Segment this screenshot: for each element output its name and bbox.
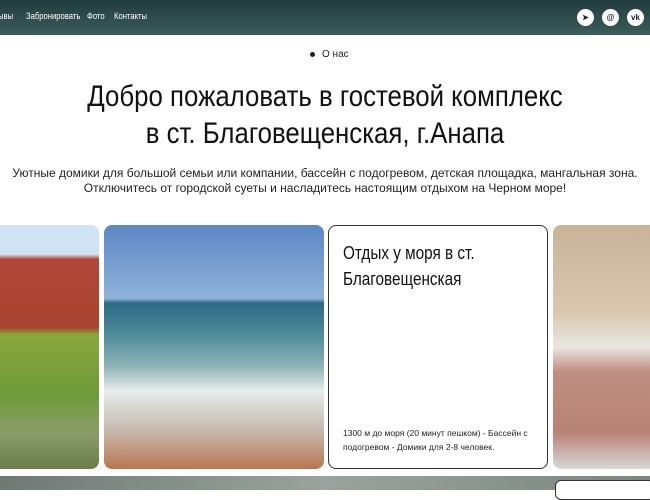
telegram-icon[interactable]: ➤: [577, 9, 594, 26]
top-nav: ывы Забронировать Фото Контакты ➤ @ vk: [0, 0, 650, 35]
breadcrumb-label[interactable]: О нас: [322, 49, 349, 60]
photo-towels[interactable]: [553, 225, 650, 469]
subtitle-line-1: Уютные домики для большой семьи или комп…: [12, 166, 638, 180]
title-line-1: Добро пожаловать в гостевой комплекс: [87, 80, 563, 113]
page-title: Добро пожаловать в гостевой комплекс в ст…: [46, 78, 605, 152]
card-text: 1300 м до моря (20 минут пешком) - Бассе…: [343, 428, 528, 452]
info-card-next: [555, 480, 650, 500]
nav-photo[interactable]: Фото: [87, 11, 105, 21]
bullet-icon: [310, 51, 315, 57]
title-line-2: в ст. Благовещенская, г.Анапа: [145, 117, 505, 150]
email-icon[interactable]: @: [602, 9, 619, 26]
nav-contacts[interactable]: Контакты: [114, 11, 147, 21]
photo-house[interactable]: [0, 225, 99, 469]
subtitle-line-2: Отключитесь от городской суеты и наслади…: [83, 181, 567, 195]
info-card: Отдых у моря в ст. Благовещенская 1300 м…: [328, 225, 548, 469]
photo-sea[interactable]: [104, 225, 324, 469]
card-title: Отдых у моря в ст. Благовещенская: [343, 243, 475, 289]
breadcrumb: О нас: [310, 49, 349, 60]
nav-book[interactable]: Забронировать: [26, 11, 80, 21]
photo-strip: [0, 476, 650, 490]
nav-reviews[interactable]: ывы: [0, 11, 13, 21]
page-subtitle: Уютные домики для большой семьи или комп…: [0, 166, 650, 196]
vk-icon[interactable]: vk: [627, 9, 644, 26]
